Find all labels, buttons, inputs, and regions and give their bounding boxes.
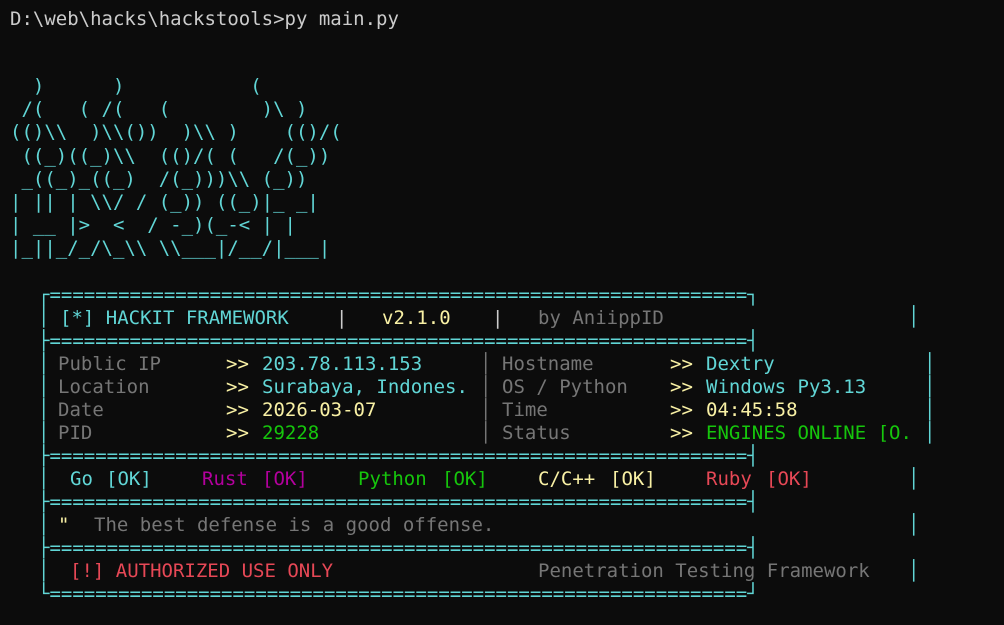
- hostname-value: Dextry: [706, 353, 775, 375]
- arrow-icon: >>: [226, 399, 249, 421]
- engines-side-left: │: [38, 468, 50, 490]
- banner-title: [*] HACKIT FRAMEWORK: [60, 307, 289, 329]
- status-label: Status: [502, 422, 571, 444]
- arrow-icon: >>: [670, 422, 693, 444]
- os-python-value: Windows Py3.13: [706, 376, 867, 398]
- framework-tagline: Penetration Testing Framework: [538, 560, 870, 582]
- quote-side-left: │: [38, 514, 50, 536]
- banner-side-right: │: [908, 306, 920, 328]
- status-value: ENGINES ONLINE [O.: [706, 422, 912, 444]
- info-side-left: │: [38, 399, 50, 421]
- public-ip-value: 203.78.113.153: [262, 353, 423, 375]
- column-divider: │: [480, 422, 492, 444]
- command-prompt: D:\web\hacks\hackstools>py main.py: [10, 8, 399, 30]
- engine-ruby-name: Ruby: [706, 468, 752, 490]
- location-label: Location: [58, 376, 150, 398]
- arrow-icon: >>: [226, 353, 249, 375]
- info-side-right: │: [924, 376, 936, 398]
- info-side-left: │: [38, 376, 50, 398]
- footer-side-left: │: [38, 560, 50, 582]
- os-python-label: OS / Python: [502, 376, 628, 398]
- time-value: 04:45:58: [706, 399, 798, 421]
- arrow-icon: >>: [226, 422, 249, 444]
- pid-value: 29228: [262, 422, 320, 444]
- version-label: v2.1.0: [382, 307, 451, 329]
- info-side-right: │: [924, 353, 936, 375]
- engine-go-status: [OK]: [106, 468, 152, 490]
- engine-ruby-status: [OK]: [766, 468, 812, 490]
- authorized-warning: [!] AUTHORIZED USE ONLY: [70, 560, 334, 582]
- info-side-right: │: [924, 399, 936, 421]
- engine-python-name: Python: [358, 468, 427, 490]
- engines-side-right: │: [908, 468, 920, 490]
- engine-rust-name: Rust: [202, 468, 248, 490]
- engine-go-name: Go: [70, 468, 93, 490]
- banner-divider-2: ├=======================================…: [38, 445, 759, 467]
- engine-cpp-name: C/C++: [538, 468, 596, 490]
- banner-side-left: │: [38, 306, 50, 328]
- title-separator: |: [336, 307, 348, 329]
- arrow-icon: >>: [226, 376, 249, 398]
- engine-cpp-status: [OK]: [610, 468, 656, 490]
- banner-divider-1: ├=======================================…: [38, 330, 759, 352]
- column-divider: │: [480, 376, 492, 398]
- date-value: 2026-03-07: [262, 399, 377, 421]
- time-label: Time: [502, 399, 548, 421]
- info-side-left: │: [38, 353, 50, 375]
- motto-quote: The best defense is a good offense.: [94, 514, 495, 536]
- info-side-left: │: [38, 422, 50, 444]
- engine-rust-status: [OK]: [262, 468, 308, 490]
- version-separator: |: [492, 307, 504, 329]
- arrow-icon: >>: [670, 376, 693, 398]
- quote-side-right: │: [908, 514, 920, 536]
- pid-label: PID: [58, 422, 93, 444]
- banner-divider-3: ├=======================================…: [38, 491, 759, 513]
- engine-python-status: [OK]: [442, 468, 488, 490]
- footer-side-right: │: [908, 560, 920, 582]
- hostname-label: Hostname: [502, 353, 594, 375]
- column-divider: │: [480, 353, 492, 375]
- quote-mark-icon: ": [58, 514, 70, 536]
- info-side-right: │: [924, 422, 936, 444]
- author-label: by AniippID: [538, 307, 664, 329]
- arrow-icon: >>: [670, 353, 693, 375]
- public-ip-label: Public IP: [58, 353, 161, 375]
- terminal-window[interactable]: D:\web\hacks\hackstools>py main.py ) ) (…: [0, 0, 1004, 625]
- date-label: Date: [58, 399, 104, 421]
- arrow-icon: >>: [670, 399, 693, 421]
- banner-border-bottom: └=======================================…: [38, 583, 759, 605]
- location-value: Surabaya, Indones.: [262, 376, 468, 398]
- banner-border-top: ┌=======================================…: [38, 284, 759, 306]
- column-divider: │: [480, 399, 492, 421]
- ascii-art-logo: ) ) ( /( ( /( ( )\ ) (()\\ )\\()) )\\ ) …: [10, 75, 342, 260]
- banner-divider-4: ├=======================================…: [38, 537, 759, 559]
